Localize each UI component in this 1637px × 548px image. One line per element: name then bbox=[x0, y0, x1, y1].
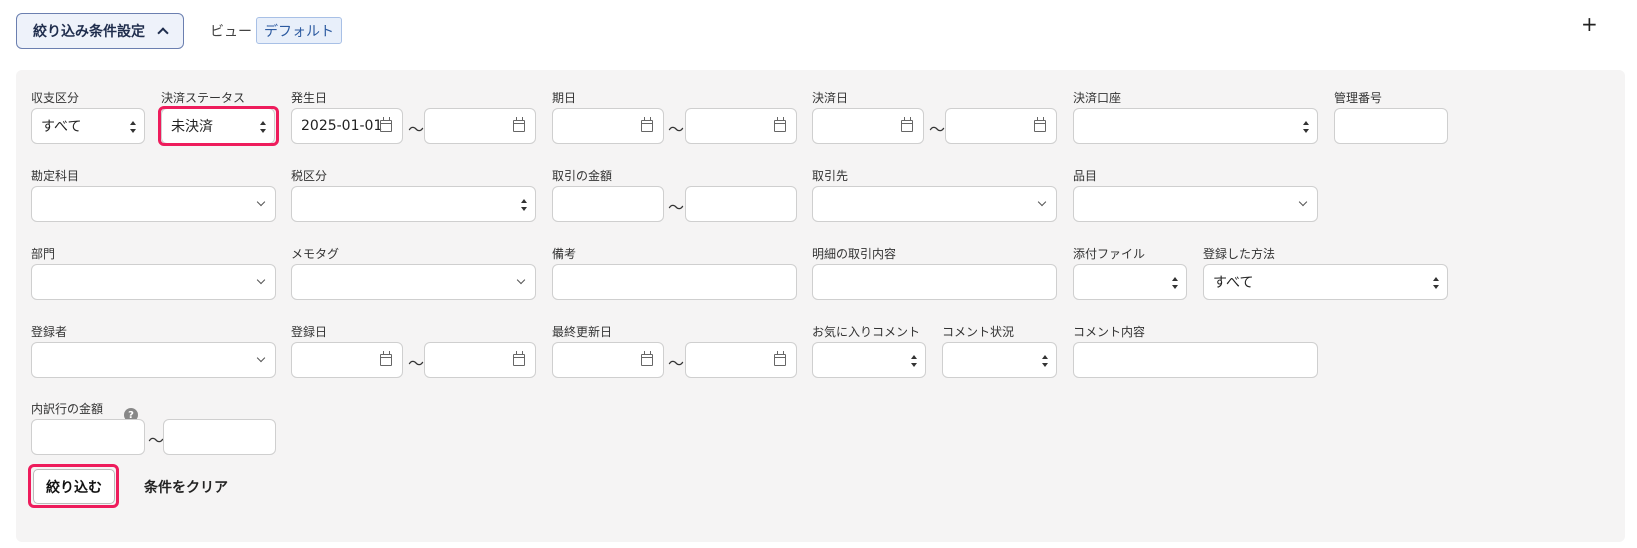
income-type-label: 収支区分 bbox=[31, 91, 80, 105]
registration-date-from-input[interactable] bbox=[291, 342, 403, 378]
calendar-icon[interactable] bbox=[1034, 117, 1046, 132]
apply-button-highlight bbox=[28, 464, 119, 508]
calendar-icon[interactable] bbox=[774, 117, 786, 132]
transaction-amount-to-input[interactable] bbox=[685, 186, 797, 222]
due-date-label: 期日 bbox=[552, 91, 577, 105]
settlement-status-highlight bbox=[158, 106, 279, 146]
filter-settings-toggle-button[interactable]: 絞り込み条件設定 bbox=[16, 13, 184, 49]
comment-content-input[interactable] bbox=[1073, 342, 1318, 378]
item-label: 品目 bbox=[1073, 169, 1098, 183]
department-label: 部門 bbox=[31, 247, 56, 261]
chevron-up-icon bbox=[157, 27, 169, 39]
management-number-label: 管理番号 bbox=[1334, 91, 1383, 105]
management-number-input[interactable] bbox=[1334, 108, 1448, 144]
select-arrows-icon bbox=[911, 354, 917, 368]
settlement-account-select[interactable] bbox=[1073, 108, 1318, 144]
due-date-from-input[interactable] bbox=[552, 108, 664, 144]
transaction-amount-from-input[interactable] bbox=[552, 186, 664, 222]
view-label: ビュー bbox=[210, 24, 252, 40]
range-separator: 〜 bbox=[408, 354, 425, 373]
calendar-icon[interactable] bbox=[380, 351, 392, 366]
favorite-comment-label: お気に入りコメント bbox=[812, 325, 921, 339]
due-date-to-input[interactable] bbox=[685, 108, 797, 144]
registration-date-to-input[interactable] bbox=[424, 342, 536, 378]
clear-filter-button[interactable]: 条件をクリア bbox=[144, 477, 228, 497]
calendar-icon[interactable] bbox=[380, 117, 392, 132]
range-separator: 〜 bbox=[408, 120, 425, 139]
settlement-date-to-input[interactable] bbox=[945, 108, 1057, 144]
calendar-icon[interactable] bbox=[513, 117, 525, 132]
remarks-label: 備考 bbox=[552, 247, 577, 261]
add-icon[interactable]: + bbox=[1581, 14, 1598, 34]
filter-settings-toggle-label: 絞り込み条件設定 bbox=[33, 24, 145, 40]
chevron-down-icon bbox=[256, 197, 266, 207]
breakdown-amount-to-input[interactable] bbox=[163, 419, 276, 455]
chevron-down-icon bbox=[1298, 197, 1308, 207]
calendar-icon[interactable] bbox=[641, 351, 653, 366]
registration-method-label: 登録した方法 bbox=[1203, 247, 1276, 261]
comment-content-label: コメント内容 bbox=[1073, 325, 1146, 339]
attachment-select[interactable] bbox=[1073, 264, 1187, 300]
issue-date-from-value: 2025-01-01 bbox=[301, 118, 383, 134]
department-select[interactable] bbox=[31, 264, 276, 300]
detail-content-label: 明細の取引内容 bbox=[812, 247, 897, 261]
breakdown-amount-label: 内訳行の金額 bbox=[31, 402, 104, 416]
registration-method-select[interactable]: すべて bbox=[1203, 264, 1448, 300]
comment-status-select[interactable] bbox=[942, 342, 1057, 378]
favorite-comment-select[interactable] bbox=[812, 342, 926, 378]
last-updated-from-input[interactable] bbox=[552, 342, 664, 378]
transaction-amount-label: 取引の金額 bbox=[552, 169, 613, 183]
registration-method-value: すべて bbox=[1213, 275, 1254, 291]
issue-date-to-input[interactable] bbox=[424, 108, 536, 144]
range-separator: 〜 bbox=[929, 120, 946, 139]
registration-date-label: 登録日 bbox=[291, 325, 328, 339]
settlement-date-from-input[interactable] bbox=[812, 108, 924, 144]
filter-page: 絞り込み条件設定 ビュー デフォルト + 収支区分 すべて 決済ステータス 未決… bbox=[0, 0, 1637, 548]
comment-status-label: コメント状況 bbox=[942, 325, 1015, 339]
select-arrows-icon bbox=[521, 198, 527, 212]
detail-content-input[interactable] bbox=[812, 264, 1057, 300]
chevron-down-icon bbox=[256, 353, 266, 363]
range-separator: 〜 bbox=[148, 431, 165, 450]
registrant-select[interactable] bbox=[31, 342, 276, 378]
issue-date-label: 発生日 bbox=[291, 91, 328, 105]
memo-tag-label: メモタグ bbox=[291, 247, 340, 261]
issue-date-from-input[interactable]: 2025-01-01 bbox=[291, 108, 403, 144]
memo-tag-select[interactable] bbox=[291, 264, 536, 300]
chevron-down-icon bbox=[516, 275, 526, 285]
select-arrows-icon bbox=[130, 120, 136, 134]
range-separator: 〜 bbox=[668, 198, 685, 217]
select-arrows-icon bbox=[1042, 354, 1048, 368]
last-updated-label: 最終更新日 bbox=[552, 325, 613, 339]
view-selector[interactable]: デフォルト bbox=[256, 17, 342, 44]
remarks-input[interactable] bbox=[552, 264, 797, 300]
chevron-down-icon bbox=[256, 275, 266, 285]
calendar-icon[interactable] bbox=[774, 351, 786, 366]
range-separator: 〜 bbox=[668, 120, 685, 139]
select-arrows-icon bbox=[1433, 276, 1439, 290]
range-separator: 〜 bbox=[668, 354, 685, 373]
registrant-label: 登録者 bbox=[31, 325, 68, 339]
select-arrows-icon bbox=[1172, 276, 1178, 290]
calendar-icon[interactable] bbox=[641, 117, 653, 132]
tax-category-label: 税区分 bbox=[291, 169, 328, 183]
income-type-select[interactable]: すべて bbox=[31, 108, 145, 144]
tax-category-select[interactable] bbox=[291, 186, 536, 222]
settlement-status-label: 決済ステータス bbox=[161, 91, 246, 105]
account-item-select[interactable] bbox=[31, 186, 276, 222]
account-item-label: 勘定科目 bbox=[31, 169, 80, 183]
chevron-down-icon bbox=[1037, 197, 1047, 207]
select-arrows-icon bbox=[1303, 120, 1309, 134]
calendar-icon[interactable] bbox=[901, 117, 913, 132]
settlement-date-label: 決済日 bbox=[812, 91, 849, 105]
breakdown-amount-from-input[interactable] bbox=[31, 419, 145, 455]
attachment-label: 添付ファイル bbox=[1073, 247, 1146, 261]
calendar-icon[interactable] bbox=[513, 351, 525, 366]
item-select[interactable] bbox=[1073, 186, 1318, 222]
settlement-account-label: 決済口座 bbox=[1073, 91, 1122, 105]
income-type-value: すべて bbox=[41, 119, 82, 135]
partner-select[interactable] bbox=[812, 186, 1057, 222]
last-updated-to-input[interactable] bbox=[685, 342, 797, 378]
partner-label: 取引先 bbox=[812, 169, 849, 183]
